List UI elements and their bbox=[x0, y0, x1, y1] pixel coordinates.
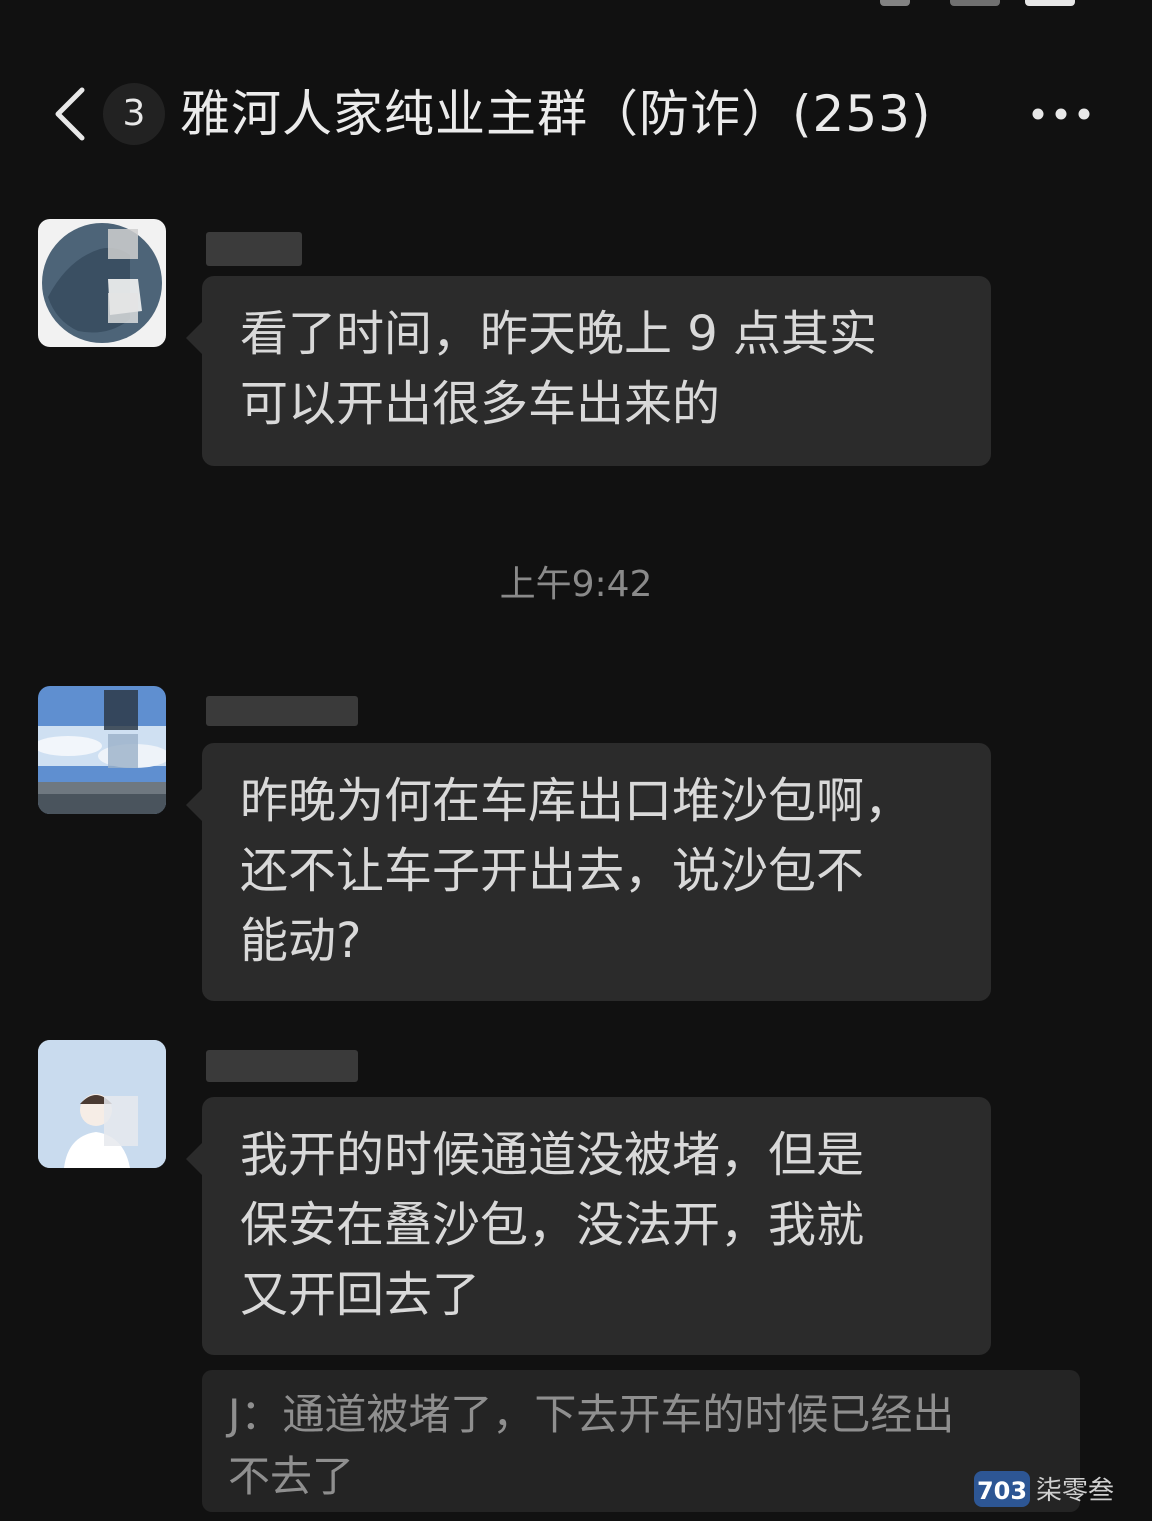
watermark-code: 703 bbox=[977, 1477, 1027, 1505]
message-text: 我开的时候通道没被堵，但是 保安在叠沙包，没法开，我就 又开回去了 bbox=[240, 1127, 865, 1323]
chat-title: 雅河人家纯业主群（防诈）(253) bbox=[180, 85, 932, 143]
message-text: 看了时间，昨天晚上 9 点其实 可以开出很多车出来的 bbox=[240, 306, 878, 432]
bubble-tail bbox=[186, 789, 202, 821]
status-bar bbox=[0, 0, 1152, 12]
message-bubble[interactable]: 我开的时候通道没被堵，但是 保安在叠沙包，没法开，我就 又开回去了 bbox=[186, 1097, 991, 1355]
chat-header: 3 雅河人家纯业主群（防诈）(253) bbox=[0, 70, 1152, 160]
sender-avatar[interactable] bbox=[38, 1040, 166, 1168]
bubble-tail bbox=[186, 1143, 202, 1175]
message-bubble[interactable]: 看了时间，昨天晚上 9 点其实 可以开出很多车出来的 bbox=[186, 276, 991, 466]
bubble-tail bbox=[186, 322, 202, 354]
sender-name-redacted bbox=[206, 696, 358, 726]
message-bubble[interactable]: 昨晚为何在车库出口堆沙包啊， 还不让车子开出去，说沙包不 能动? bbox=[186, 743, 991, 1001]
sender-name-redacted bbox=[206, 1050, 358, 1082]
sender-name-redacted bbox=[206, 232, 302, 266]
unread-count-badge[interactable]: 3 bbox=[103, 83, 165, 145]
message-text: 昨晚为何在车库出口堆沙包啊， 还不让车子开出去，说沙包不 能动? bbox=[240, 773, 913, 969]
watermark-brand: 柒零叁 bbox=[1036, 1476, 1114, 1506]
sender-avatar[interactable] bbox=[38, 219, 166, 347]
more-options-icon[interactable] bbox=[1028, 92, 1094, 136]
back-icon[interactable] bbox=[50, 84, 94, 144]
sender-avatar[interactable] bbox=[38, 686, 166, 814]
site-watermark-logo: 703 柒零叁 bbox=[974, 1465, 1134, 1513]
quoted-message[interactable]: J：通道被堵了，下去开车的时候已经出 不去了 bbox=[202, 1370, 1080, 1512]
time-divider: 上午9:42 bbox=[499, 564, 653, 605]
